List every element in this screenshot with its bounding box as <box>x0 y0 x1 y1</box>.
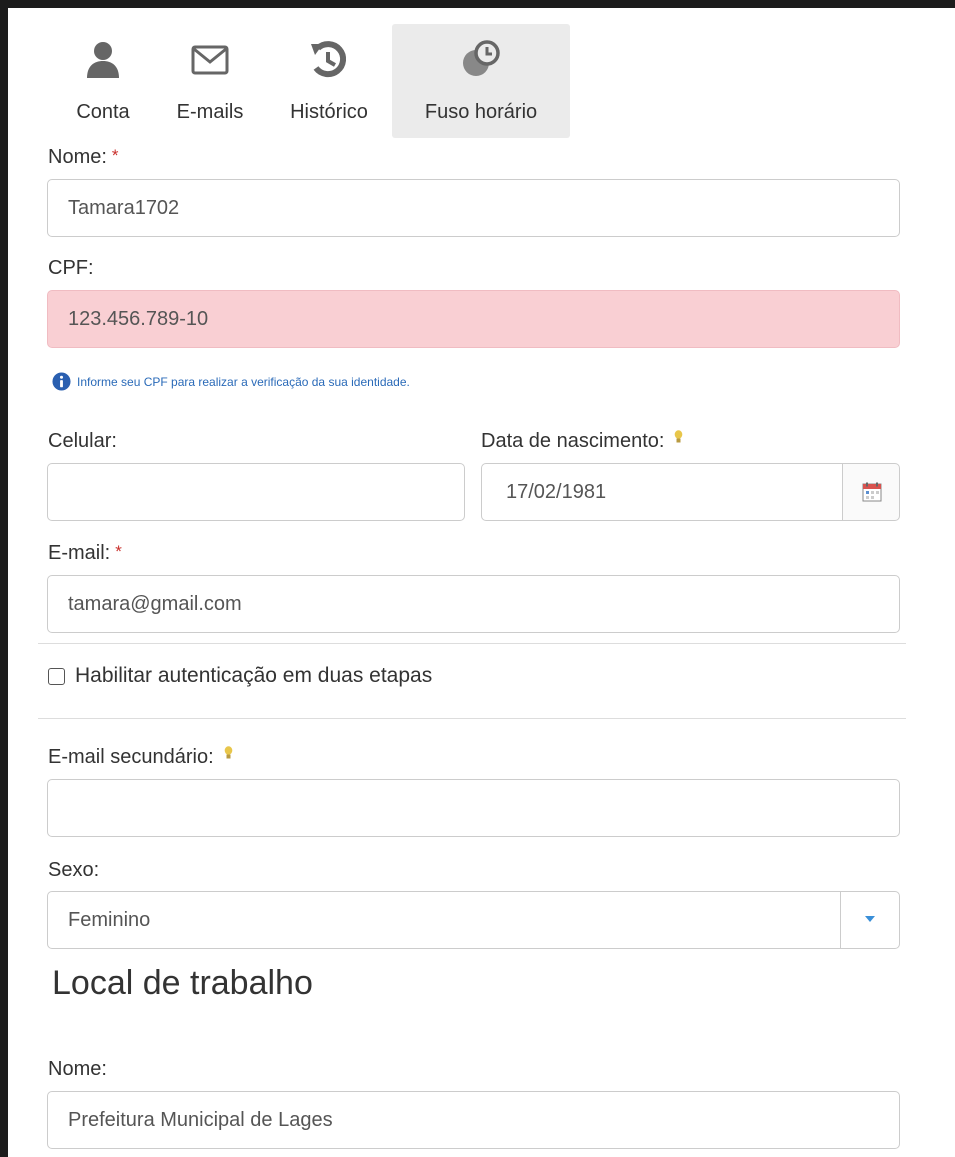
tab-label: Histórico <box>290 101 368 123</box>
history-icon <box>311 41 347 78</box>
tab-emails[interactable]: E-mails <box>154 24 266 138</box>
celular-label: Celular: <box>48 430 117 452</box>
chevron-down-icon <box>865 916 875 922</box>
data-nascimento-label: Data de nascimento: <box>481 430 683 453</box>
tab-fuso-horario[interactable]: Fuso horário <box>392 24 570 138</box>
calendar-icon <box>862 482 882 502</box>
tab-conta[interactable]: Conta <box>52 24 154 138</box>
email-label-text: E-mail: <box>48 542 111 564</box>
window-frame-left <box>0 0 8 1157</box>
calendar-button[interactable] <box>842 463 900 521</box>
tab-historico[interactable]: Histórico <box>266 24 392 138</box>
envelope-icon <box>191 45 229 75</box>
info-icon <box>52 372 71 391</box>
data-nascimento-label-text: Data de nascimento: <box>481 430 665 452</box>
tab-label: Conta <box>76 101 130 123</box>
user-icon <box>87 42 119 78</box>
email-secundario-input[interactable] <box>47 779 900 837</box>
required-mark: * <box>111 146 119 165</box>
cpf-input[interactable]: 123.456.789-10 <box>47 290 900 348</box>
celular-input[interactable] <box>47 463 465 521</box>
lightbulb-icon[interactable] <box>674 430 683 444</box>
nome-label: Nome: * <box>48 146 119 169</box>
cpf-help-label: Informe seu CPF para realizar a verifica… <box>77 374 410 389</box>
sexo-selected-value: Feminino <box>68 909 151 931</box>
email-secundario-label-text: E-mail secundário: <box>48 746 214 768</box>
two-factor-label: Habilitar autenticação em duas etapas <box>75 664 433 687</box>
data-nascimento-input[interactable]: 17/02/1981 <box>481 463 843 521</box>
sexo-select[interactable]: Feminino <box>47 891 900 949</box>
local-trabalho-heading: Local de trabalho <box>52 964 313 1002</box>
window-frame-top <box>0 0 955 8</box>
sexo-dropdown-toggle[interactable] <box>840 892 899 948</box>
two-factor-option[interactable]: Habilitar autenticação em duas etapas <box>48 664 432 688</box>
profile-tabs: Conta E-mails Histórico Fuso horário <box>52 24 570 138</box>
nome-input[interactable]: Tamara1702 <box>47 179 900 237</box>
tab-label: E-mails <box>176 101 244 123</box>
cpf-label: CPF: <box>48 257 94 279</box>
required-mark: * <box>115 542 122 561</box>
local-nome-input[interactable]: Prefeitura Municipal de Lages <box>47 1091 900 1149</box>
email-label: E-mail: * <box>48 542 122 565</box>
divider <box>38 718 906 719</box>
tab-label: Fuso horário <box>424 101 538 123</box>
email-input[interactable]: tamara@gmail.com <box>47 575 900 633</box>
timezone-icon <box>463 40 500 76</box>
two-factor-checkbox[interactable] <box>48 667 65 685</box>
email-secundario-label: E-mail secundário: <box>48 746 233 769</box>
sexo-label: Sexo: <box>48 859 100 881</box>
divider <box>38 643 906 644</box>
nome-label-text: Nome: <box>48 146 107 168</box>
local-nome-label: Nome: <box>48 1058 107 1080</box>
lightbulb-icon[interactable] <box>224 746 233 760</box>
cpf-help-text: Informe seu CPF para realizar a verifica… <box>52 372 410 391</box>
